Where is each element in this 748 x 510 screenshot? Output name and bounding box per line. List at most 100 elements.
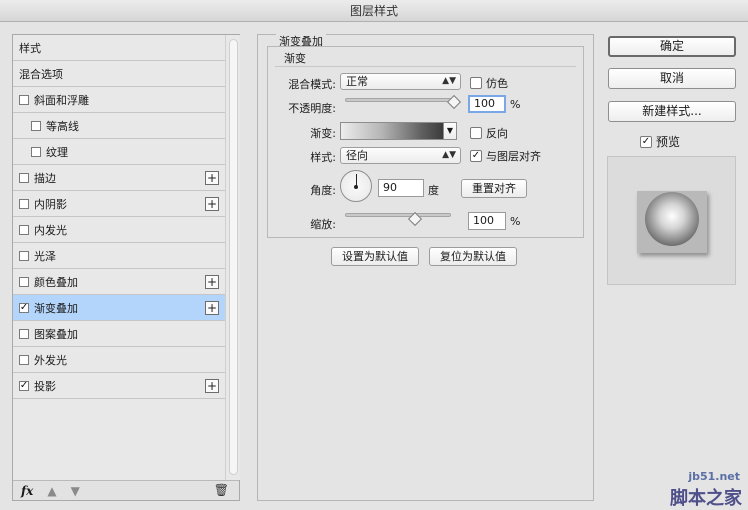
fx-icon[interactable]: fx (21, 484, 33, 498)
style-item-label: 斜面和浮雕 (34, 93, 89, 107)
scale-input[interactable]: 100 (468, 212, 506, 230)
style-item-label: 投影 (34, 379, 56, 393)
style-item-label: 渐变叠加 (34, 301, 78, 315)
styles-panel: 样式 混合选项 斜面和浮雕 等高线 纹理 描边 + 内阴影 + 内发光 光泽 颜色叠加 + ✓ 渐变叠加 + 图… (12, 34, 240, 501)
angle-center (354, 185, 358, 189)
gradient-picker[interactable] (340, 122, 444, 140)
angle-label: 角度: (310, 184, 336, 197)
opacity-input[interactable]: 100 (468, 95, 506, 113)
align-layer-checkbox-box[interactable]: ✓ (470, 150, 482, 162)
cancel-button[interactable]: 取消 (608, 68, 736, 89)
style-checkbox[interactable] (19, 224, 29, 235)
gradient-overlay-panel: 渐变叠加 渐变 混合模式: 正常 ▲▼ 仿色 不透明度: 100 % 渐变: ▼… (257, 33, 594, 501)
style-checkbox[interactable] (19, 250, 29, 261)
plus-icon[interactable]: + (205, 171, 219, 185)
window-title: 图层样式 (0, 0, 748, 22)
styles-footer: fx ▲ ▼ 🗑 (13, 480, 239, 500)
style-item[interactable]: 内阴影 + (13, 191, 225, 217)
angle-dial[interactable] (340, 170, 372, 202)
plus-icon[interactable]: + (205, 275, 219, 289)
scrollbar-thumb[interactable] (229, 39, 238, 475)
arrow-up-icon[interactable]: ▲ (47, 484, 56, 498)
reset-align-button[interactable]: 重置对齐 (461, 179, 527, 198)
style-label: 样式: (310, 151, 336, 164)
plus-icon[interactable]: + (205, 379, 219, 393)
subgroup-title: 渐变 (284, 52, 306, 65)
align-layer-checkbox[interactable]: ✓ 与图层对齐 (470, 148, 541, 164)
style-checkbox[interactable] (19, 328, 29, 339)
preview-checkbox-box[interactable]: ✓ (640, 135, 652, 148)
watermark-url: jb51.net (688, 470, 740, 483)
style-item[interactable]: 描边 + (13, 165, 225, 191)
style-item[interactable]: 光泽 (13, 243, 225, 269)
reset-default-button[interactable]: 复位为默认值 (429, 247, 517, 266)
reverse-checkbox-box[interactable] (470, 127, 482, 139)
style-select[interactable]: 径向 ▲▼ (340, 147, 461, 164)
style-item[interactable]: 外发光 (13, 347, 225, 373)
trash-icon[interactable]: 🗑 (214, 483, 229, 497)
angle-input[interactable]: 90 (378, 179, 424, 197)
style-item-label: 混合选项 (19, 67, 63, 81)
new-style-button[interactable]: 新建样式... (608, 101, 736, 122)
align-layer-label: 与图层对齐 (486, 150, 541, 163)
style-item-label: 纹理 (46, 145, 68, 159)
style-checkbox[interactable] (31, 120, 41, 131)
blend-mode-value: 正常 (346, 75, 368, 88)
preview-swatch (637, 191, 707, 253)
preview-gradient (645, 192, 699, 246)
dither-checkbox[interactable]: 仿色 (470, 75, 508, 91)
style-item[interactable]: 等高线 (13, 113, 225, 139)
style-item-label: 外发光 (34, 353, 67, 367)
opacity-slider[interactable] (345, 98, 455, 102)
opacity-label: 不透明度: (288, 102, 336, 115)
style-item-label: 等高线 (46, 119, 79, 133)
set-default-button[interactable]: 设置为默认值 (331, 247, 419, 266)
ok-button[interactable]: 确定 (608, 36, 736, 57)
preview-checkbox[interactable]: ✓ 预览 (640, 133, 680, 150)
styles-scrollbar[interactable] (225, 35, 240, 480)
style-checkbox[interactable] (19, 354, 29, 365)
style-item[interactable]: ✓ 渐变叠加 + (13, 295, 225, 321)
reverse-checkbox[interactable]: 反向 (470, 125, 508, 141)
gradient-group: 渐变 混合模式: 正常 ▲▼ 仿色 不透明度: 100 % 渐变: ▼ 反向 样… (267, 46, 584, 238)
opacity-percent: % (510, 98, 521, 111)
styles-list: 样式 混合选项 斜面和浮雕 等高线 纹理 描边 + 内阴影 + 内发光 光泽 颜色叠加 + ✓ 渐变叠加 + 图… (13, 35, 225, 399)
gradient-dropdown-icon[interactable]: ▼ (443, 122, 457, 140)
dither-checkbox-box[interactable] (470, 77, 482, 89)
style-checkbox[interactable] (31, 146, 41, 157)
gradient-label: 渐变: (310, 127, 336, 140)
arrow-down-icon[interactable]: ▼ (71, 484, 80, 498)
plus-icon[interactable]: + (205, 301, 219, 315)
scale-slider[interactable] (345, 213, 451, 217)
style-item[interactable]: 样式 (13, 35, 225, 61)
style-checkbox[interactable] (19, 94, 29, 105)
style-item[interactable]: 斜面和浮雕 (13, 87, 225, 113)
select-arrows-icon: ▲▼ (442, 150, 456, 160)
preview-label: 预览 (656, 135, 681, 149)
style-item[interactable]: 混合选项 (13, 61, 225, 87)
scale-label: 缩放: (310, 218, 336, 231)
gradient-controls: 混合模式: 正常 ▲▼ 仿色 不透明度: 100 % 渐变: ▼ 反向 样式: (275, 66, 576, 231)
style-item[interactable]: 图案叠加 (13, 321, 225, 347)
style-checkbox[interactable]: ✓ (19, 380, 29, 391)
style-item-label: 图案叠加 (34, 327, 78, 341)
style-preview (607, 156, 736, 285)
style-item-label: 颜色叠加 (34, 275, 78, 289)
blend-mode-select[interactable]: 正常 ▲▼ (340, 73, 461, 90)
style-checkbox[interactable]: ✓ (19, 302, 29, 313)
style-item-label: 描边 (34, 171, 56, 185)
style-item-label: 光泽 (34, 249, 56, 263)
style-item[interactable]: 颜色叠加 + (13, 269, 225, 295)
style-checkbox[interactable] (19, 276, 29, 287)
style-checkbox[interactable] (19, 198, 29, 209)
select-arrows-icon: ▲▼ (442, 76, 456, 86)
reverse-label: 反向 (486, 127, 508, 140)
style-item[interactable]: ✓ 投影 + (13, 373, 225, 399)
style-item-label: 内发光 (34, 223, 67, 237)
style-item[interactable]: 纹理 (13, 139, 225, 165)
dither-label: 仿色 (486, 77, 508, 90)
plus-icon[interactable]: + (205, 197, 219, 211)
style-item[interactable]: 内发光 (13, 217, 225, 243)
style-item-label: 样式 (19, 41, 41, 55)
style-checkbox[interactable] (19, 172, 29, 183)
